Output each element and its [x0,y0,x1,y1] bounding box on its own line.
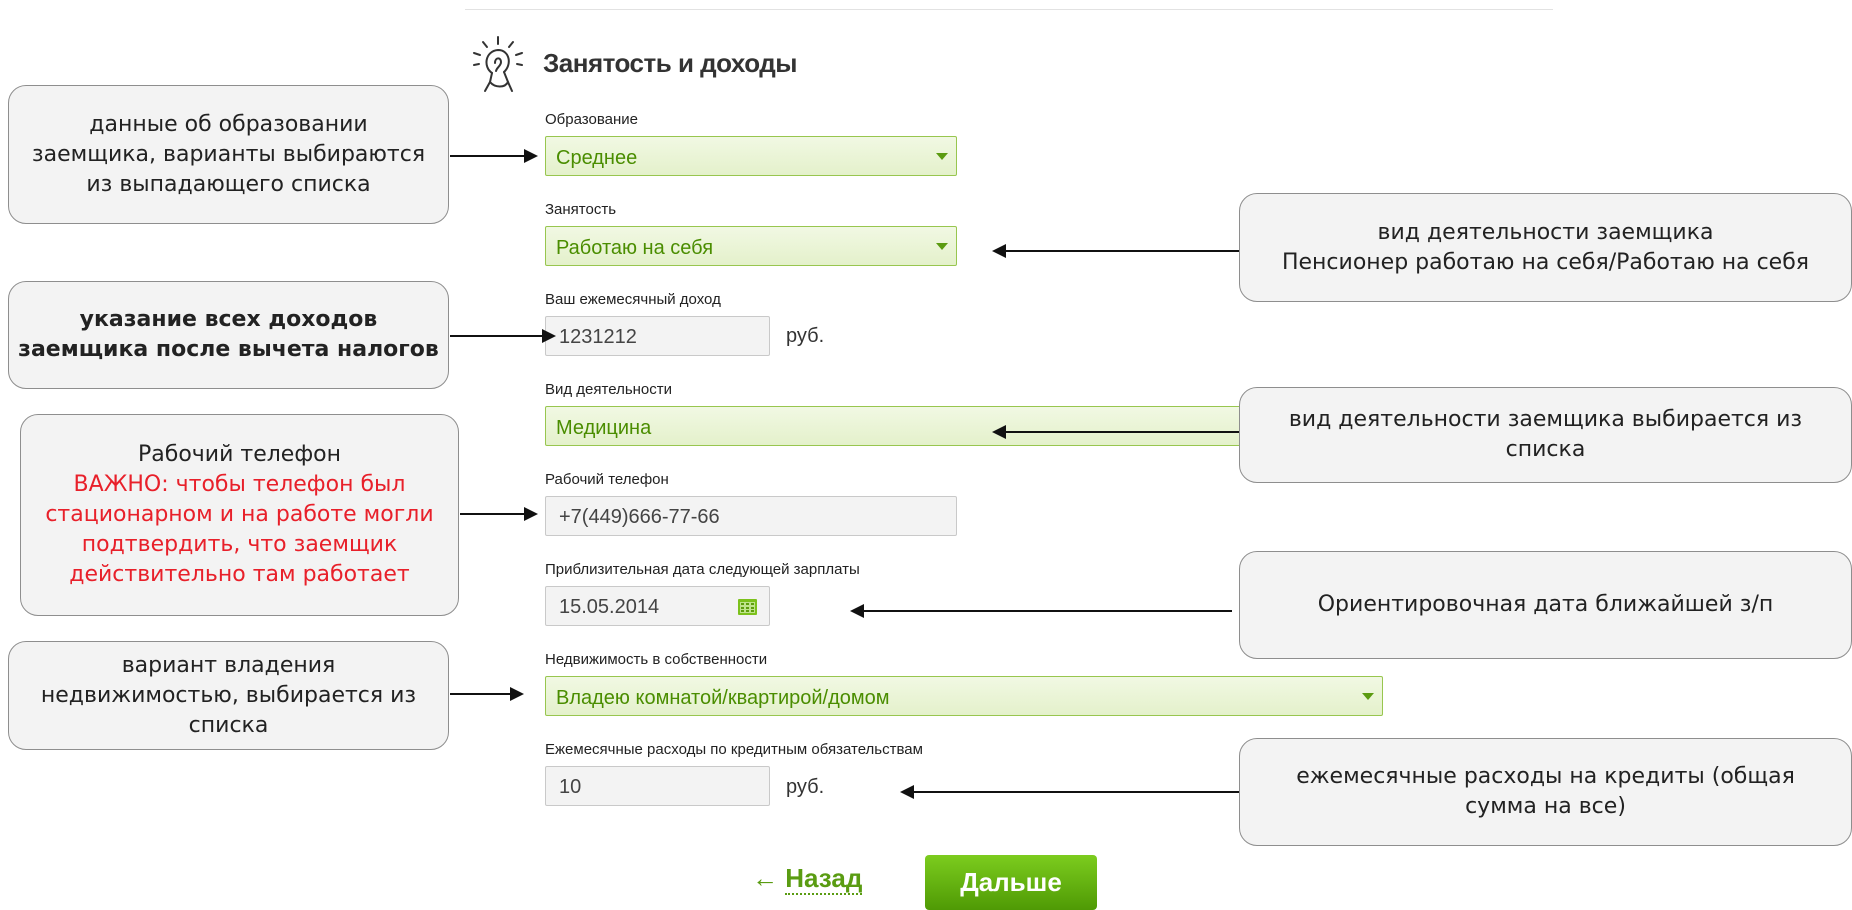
section-title: Занятость и доходы [543,48,797,78]
salary-date-label: Приблизительная дата следующей зарплаты [545,561,860,578]
property-label: Недвижимость в собственности [545,651,768,668]
callout-activity: вид деятельности заемщика выбирается из … [1239,387,1852,483]
employment-value: Работаю на себя [556,237,714,259]
credit-expenses-unit: руб. [786,776,825,798]
credit-expenses-input[interactable]: 10 [545,766,770,806]
property-value: Владею комнатой/квартирой/домом [556,687,890,709]
callout-education: данные об образовании заемщика, варианты… [8,85,449,224]
work-phone-label: Рабочий телефон [545,471,669,488]
callout-credits: ежемесячные расходы на кредиты (общая су… [1239,738,1852,846]
income-label: Ваш ежемесячный доход [545,291,721,308]
activity-select[interactable]: Медицина [545,406,1245,446]
chevron-down-icon [1362,693,1374,700]
arrow-credits-head [900,785,914,799]
employment-label: Занятость [545,201,617,218]
chevron-down-icon [936,243,948,250]
education-label: Образование [545,111,638,128]
credit-expenses-label: Ежемесячные расходы по кредитным обязате… [545,741,923,758]
callout-property: вариант владения недвижимостью, выбирает… [8,641,449,750]
work-phone-input[interactable]: +7(449)666-77-66 [545,496,957,536]
arrow-education-head [524,149,538,163]
arrow-phone-head [524,507,538,521]
back-label: Назад [785,863,863,895]
income-value: 1231212 [559,326,637,348]
credit-expenses-value: 10 [559,776,582,798]
back-link[interactable]: ← Назад [752,863,863,895]
salary-date-value: 15.05.2014 [559,596,660,618]
income-input[interactable]: 1231212 [545,316,770,356]
arrow-salary-date-head [850,604,864,618]
callout-income: указание всех доходов заемщика после выч… [8,281,449,389]
work-phone-value: +7(449)666-77-66 [559,506,720,528]
lightbulb-hand-icon [473,36,523,92]
arrow-employment-head [992,244,1006,258]
education-value: Среднее [556,147,638,169]
callout-work-phone: Рабочий телефон ВАЖНО: чтобы телефон был… [20,414,459,616]
salary-date-input[interactable]: 15.05.2014 [545,586,770,626]
top-divider [465,9,1553,10]
callout-salary-date: Ориентировочная дата ближайшей з/п [1239,551,1852,659]
education-select[interactable]: Среднее [545,136,957,176]
employment-select[interactable]: Работаю на себя [545,226,957,266]
activity-value: Медицина [556,417,652,439]
property-select[interactable]: Владею комнатой/квартирой/домом [545,676,1383,716]
arrow-property-head [510,687,524,701]
activity-label: Вид деятельности [545,381,673,398]
calendar-icon[interactable] [738,599,757,615]
back-arrow-icon: ← [752,863,778,893]
callout-employment: вид деятельности заемщика Пенсионер рабо… [1239,193,1852,302]
chevron-down-icon [936,153,948,160]
next-button[interactable]: Дальше [925,855,1097,910]
income-unit: руб. [786,325,825,347]
